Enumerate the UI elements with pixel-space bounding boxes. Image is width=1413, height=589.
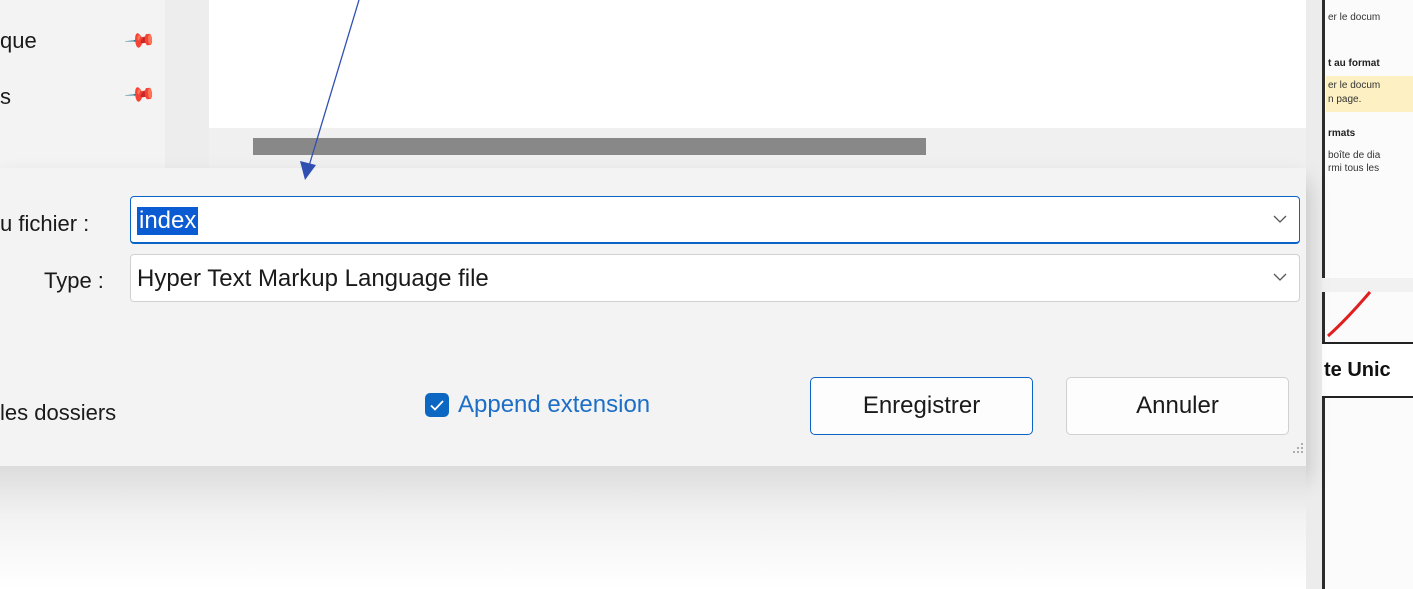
filename-input[interactable]: index [137,207,199,235]
red-curve-graphic [1327,291,1372,338]
navigation-scrollbar[interactable] [165,0,209,168]
checkmark-icon [430,399,444,411]
save-button[interactable]: Enregistrer [810,377,1033,435]
background-text: rmi tous les [1328,163,1380,174]
append-extension-checkbox[interactable] [425,393,449,417]
filename-label: u fichier : [0,211,90,236]
type-select-value[interactable]: Hyper Text Markup Language file [137,265,489,293]
append-extension-option[interactable]: Append extension [425,391,650,419]
type-label: Type : [44,268,104,293]
background-text: te Unic [1322,342,1413,398]
background-text: rmats [1328,128,1356,139]
desktop-background [0,466,1306,589]
background-text: n page. [1328,94,1362,105]
browse-folders-toggle[interactable]: les dossiers [0,400,116,426]
chevron-down-icon[interactable] [1273,214,1287,224]
append-extension-label[interactable]: Append extension [458,391,650,419]
pin-icon[interactable]: 📌 [123,77,158,112]
navigation-pane: que 📌 s 📌 [0,0,165,168]
background-text: boîte de dia [1328,150,1381,161]
filename-combobox[interactable]: index [130,196,1300,244]
chevron-down-icon[interactable] [1273,272,1287,282]
scrollbar-thumb[interactable] [253,138,926,155]
background-text: t au format [1328,58,1380,69]
background-text: er le docum [1328,12,1381,23]
resize-grip-icon[interactable] [1292,442,1304,454]
nav-item-label[interactable]: s [0,84,11,110]
pin-icon[interactable]: 📌 [123,23,158,58]
file-list-area[interactable] [209,0,1306,128]
type-combobox[interactable]: Hyper Text Markup Language file [130,254,1300,302]
cancel-button[interactable]: Annuler [1066,377,1289,435]
nav-item-label[interactable]: que [0,28,37,54]
background-text: er le docum [1328,80,1381,91]
